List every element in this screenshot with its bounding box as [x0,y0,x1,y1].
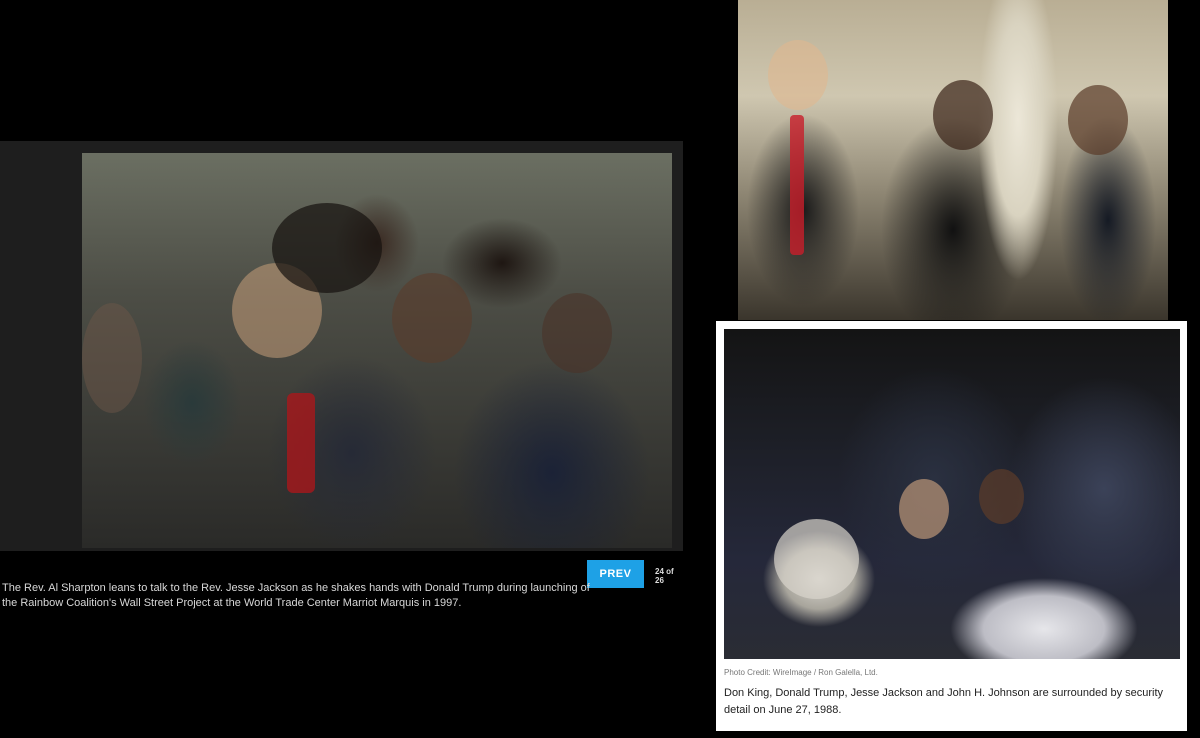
slideshow-panel: PREV 24 of 26 The Rev. Al Sharpton leans… [0,141,683,621]
photo-figure-shape [272,203,382,293]
article-photo [724,329,1180,659]
slideshow-stage [0,141,683,551]
photo-figure-shape [774,519,859,599]
photo-figure-shape [790,115,804,255]
slideshow-photo [82,153,672,548]
photo-figure-shape [392,273,472,363]
photo-credit: Photo Credit: WireImage / Ron Galella, L… [724,668,878,677]
event-photo [738,0,1168,320]
photo-figure-shape [979,469,1024,524]
photo-figure-shape [768,40,828,110]
photo-figure-shape [933,80,993,150]
photo-figure-shape [899,479,949,539]
article-card: Photo Credit: WireImage / Ron Galella, L… [716,321,1187,731]
article-caption: Don King, Donald Trump, Jesse Jackson an… [724,687,1164,716]
photo-figure-shape [542,293,612,373]
slideshow-caption: The Rev. Al Sharpton leans to talk to th… [2,582,590,609]
photo-figure-shape [287,393,315,493]
photo-figure-shape [1068,85,1128,155]
slide-counter: 24 of 26 [655,567,674,585]
photo-figure-shape [82,303,142,413]
